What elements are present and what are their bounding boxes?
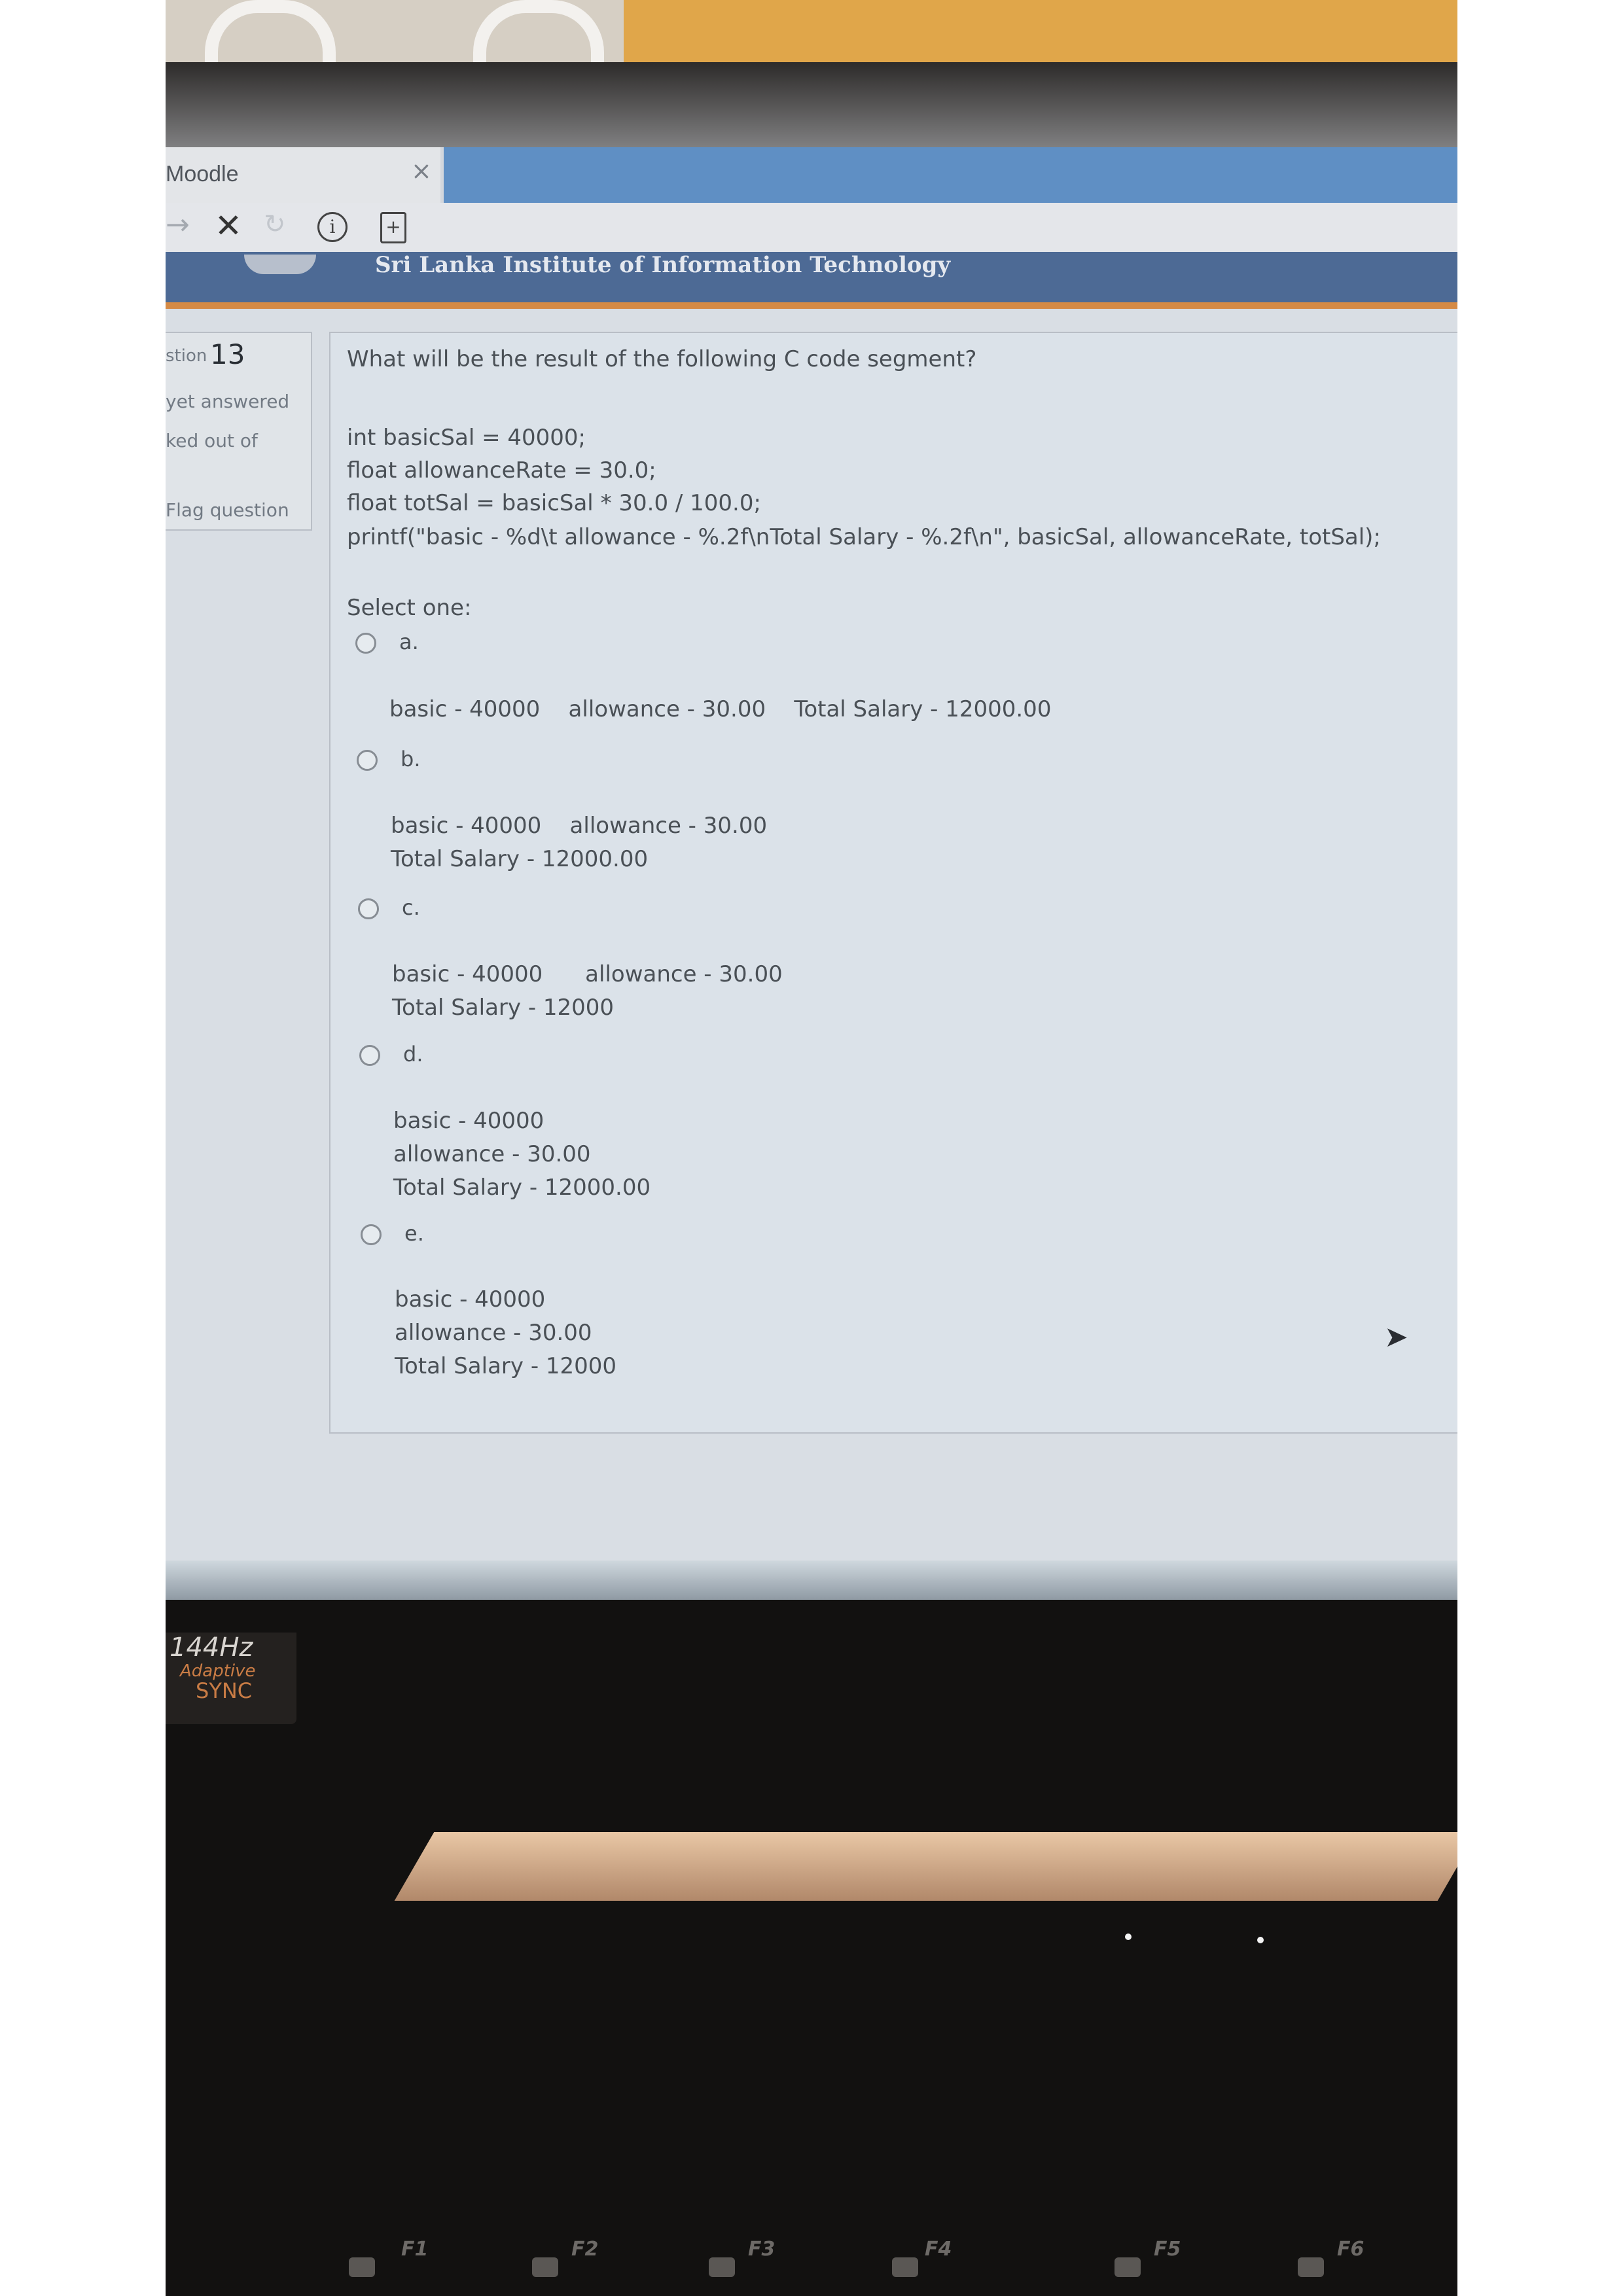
option-a-text[interactable]: basic - 40000 allowance - 30.00 Total Sa… — [389, 696, 1051, 722]
refresh-rate-badge: 144Hz Adaptive SYNC — [166, 1633, 296, 1724]
ceiling-light — [624, 0, 1457, 62]
f1-key[interactable]: F1 — [401, 2238, 428, 2261]
mouse-cursor-icon: ➤ — [1384, 1320, 1408, 1354]
badge-sync-text: SYNC — [196, 1678, 253, 1703]
reload-icon[interactable]: ↻ — [264, 209, 286, 239]
brightness-icon — [349, 2257, 375, 2277]
tab-bar-highlight — [444, 147, 1457, 203]
option-b-radio[interactable] — [357, 750, 378, 771]
stop-icon[interactable]: ✕ — [215, 207, 242, 245]
status-led — [1125, 1934, 1132, 1940]
browser-tab[interactable]: Moodle × — [166, 147, 440, 203]
screen-bottom-edge — [166, 1561, 1457, 1600]
code-line: int basicSal = 40000; — [347, 425, 586, 451]
option-c-radio[interactable] — [358, 898, 379, 919]
option-d-text[interactable]: allowance - 30.00 — [393, 1141, 591, 1167]
question-number: 13 — [210, 338, 245, 370]
question-prompt: What will be the result of the following… — [347, 346, 977, 372]
question-number-label: stion — [166, 346, 207, 366]
info-icon[interactable]: i — [317, 212, 348, 242]
option-e-letter: e. — [404, 1221, 424, 1246]
option-e-text[interactable]: allowance - 30.00 — [395, 1320, 592, 1346]
page-action-icon[interactable]: + — [380, 212, 406, 243]
site-logo[interactable] — [244, 255, 316, 274]
option-e-text[interactable]: basic - 40000 — [395, 1286, 545, 1313]
select-one-label: Select one: — [347, 595, 472, 621]
option-b-text[interactable]: Total Salary - 12000.00 — [391, 846, 648, 872]
browser-tab-bar: Moodle × — [166, 147, 1457, 203]
back-arrow-icon[interactable]: → — [166, 208, 190, 241]
f6-key[interactable]: F6 — [1337, 2238, 1364, 2261]
mic-mute-icon — [892, 2257, 918, 2277]
fan-icon — [1115, 2257, 1141, 2277]
option-e-text[interactable]: Total Salary - 12000 — [395, 1353, 616, 1379]
option-c-text[interactable]: Total Salary - 12000 — [392, 995, 614, 1021]
laptop-hinge — [394, 1832, 1457, 1901]
option-d-text[interactable]: basic - 40000 — [393, 1108, 544, 1134]
code-line: printf("basic - %d\t allowance - %.2f\nT… — [347, 524, 1381, 550]
option-c-letter: c. — [402, 895, 420, 920]
option-e-radio[interactable] — [361, 1224, 382, 1245]
flag-question-link[interactable]: Flag question — [166, 499, 289, 521]
question-status: yet answered — [166, 391, 290, 412]
f4-key[interactable]: F4 — [925, 2238, 952, 2261]
option-b-text[interactable]: basic - 40000 allowance - 30.00 — [391, 813, 767, 839]
badge-hz-text: 144Hz — [169, 1633, 253, 1663]
armoury-icon — [1298, 2257, 1324, 2277]
f5-key[interactable]: F5 — [1154, 2238, 1181, 2261]
tab-title: Moodle — [166, 162, 239, 186]
browser-nav-bar: → ✕ ↻ i + — [166, 203, 1457, 252]
site-title: Sri Lanka Institute of Information Techn… — [375, 252, 951, 278]
photo-frame: Moodle × → ✕ ↻ i + Sri Lanka Institute o… — [166, 0, 1457, 2296]
option-d-letter: d. — [403, 1042, 423, 1067]
option-c-text[interactable]: basic - 40000 allowance - 30.00 — [392, 961, 783, 987]
option-d-text[interactable]: Total Salary - 12000.00 — [393, 1174, 651, 1201]
option-b-letter: b. — [401, 747, 421, 771]
option-d-radio[interactable] — [359, 1045, 380, 1066]
f2-key[interactable]: F2 — [571, 2238, 598, 2261]
site-header: Sri Lanka Institute of Information Techn… — [166, 252, 1457, 308]
option-a-radio[interactable] — [355, 633, 376, 654]
code-line: float allowanceRate = 30.0; — [347, 457, 656, 484]
header-accent-strip — [166, 302, 1457, 309]
volume-up-icon — [709, 2257, 735, 2277]
question-content: What will be the result of the following… — [329, 332, 1457, 1434]
quiz-page: stion 13 yet answered ked out of Flag qu… — [166, 309, 1457, 1578]
code-line: float totSal = basicSal * 30.0 / 100.0; — [347, 490, 761, 516]
laptop-bottom-bezel — [166, 1600, 1457, 2296]
question-marks: ked out of — [166, 430, 258, 451]
question-info-panel: stion 13 yet answered ked out of Flag qu… — [166, 332, 312, 531]
volume-down-icon — [532, 2257, 558, 2277]
laptop-top-bezel — [166, 62, 1457, 160]
status-led — [1257, 1937, 1264, 1943]
option-a-letter: a. — [399, 629, 419, 654]
f3-key[interactable]: F3 — [748, 2238, 775, 2261]
close-tab-icon[interactable]: × — [411, 156, 432, 185]
